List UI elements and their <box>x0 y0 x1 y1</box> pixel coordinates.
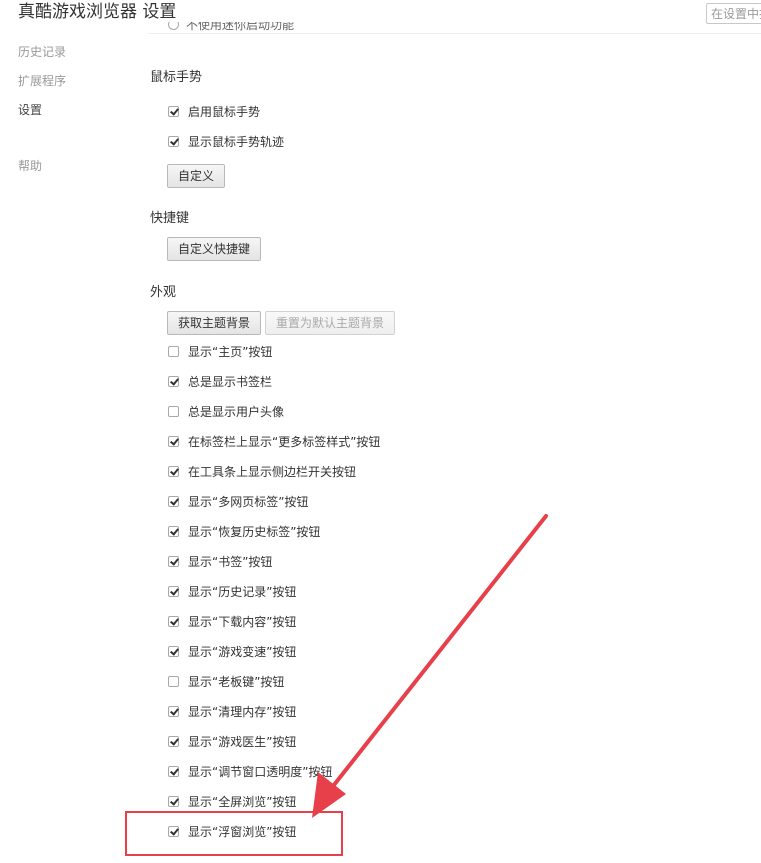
get-theme-button[interactable]: 获取主题背景 <box>167 311 262 335</box>
option-label: 显示“老板键”按钮 <box>188 674 285 689</box>
checkbox[interactable] <box>168 405 179 417</box>
option-label: 显示“游戏医生”按钮 <box>188 734 297 749</box>
checkbox[interactable] <box>168 585 179 597</box>
settings-content: 不使用迷你启动功能 鼠标手势 启用鼠标手势 显示鼠标手势轨迹 自定义 快捷键 自… <box>0 0 761 863</box>
checkbox[interactable] <box>168 645 179 657</box>
checkbox[interactable] <box>168 615 179 627</box>
appearance-option-row[interactable]: 显示“书签”按钮 <box>168 553 272 569</box>
checkbox[interactable] <box>168 735 179 747</box>
appearance-option-row[interactable]: 显示“多网页标签”按钮 <box>168 493 308 509</box>
option-label: 显示“主页”按钮 <box>188 344 273 359</box>
option-label: 显示“调节窗口透明度”按钮 <box>188 764 333 779</box>
option-label: 显示“全屏浏览”按钮 <box>188 794 297 809</box>
option-label: 显示“恢复历史标签”按钮 <box>188 524 321 539</box>
checkbox[interactable] <box>168 135 179 147</box>
option-label: 在工具条上显示侧边栏开关按钮 <box>188 464 357 479</box>
partial-option-radio[interactable] <box>168 22 179 30</box>
appearance-option-row[interactable]: 显示“调节窗口透明度”按钮 <box>168 763 332 779</box>
option-label: 显示“游戏变速”按钮 <box>188 644 297 659</box>
checkbox[interactable] <box>168 105 179 117</box>
option-label: 显示“多网页标签”按钮 <box>188 494 309 509</box>
annotation-highlight-box <box>125 811 343 856</box>
option-label: 启用鼠标手势 <box>188 104 261 119</box>
checkbox[interactable] <box>168 765 179 777</box>
option-label: 总是显示用户头像 <box>188 404 285 419</box>
appearance-option-row[interactable]: 显示“清理内存”按钮 <box>168 703 296 719</box>
reset-theme-button[interactable]: 重置为默认主题背景 <box>265 311 396 335</box>
customize-gesture-button[interactable]: 自定义 <box>167 164 226 188</box>
option-label: 显示“历史记录”按钮 <box>188 584 297 599</box>
option-label: 显示“清理内存”按钮 <box>188 704 297 719</box>
appearance-option-row[interactable]: 总是显示用户头像 <box>168 403 284 419</box>
appearance-option-row[interactable]: 显示“老板键”按钮 <box>168 673 284 689</box>
appearance-option-row[interactable]: 总是显示书签栏 <box>168 373 272 389</box>
checkbox[interactable] <box>168 675 179 687</box>
option-label: 显示鼠标手势轨迹 <box>188 134 285 149</box>
checkbox[interactable] <box>168 495 179 507</box>
option-enable-mouse-gesture[interactable]: 启用鼠标手势 <box>168 103 260 119</box>
option-show-gesture-trail[interactable]: 显示鼠标手势轨迹 <box>168 133 284 149</box>
section-title-mouse-gesture: 鼠标手势 <box>150 70 203 85</box>
annotation-arrow-icon <box>312 514 548 818</box>
checkbox[interactable] <box>168 465 179 477</box>
checkbox[interactable] <box>168 555 179 567</box>
option-label: 在标签栏上显示“更多标签样式”按钮 <box>188 434 381 449</box>
appearance-option-row[interactable]: 显示“游戏医生”按钮 <box>168 733 296 749</box>
partial-option-label: 不使用迷你启动功能 <box>186 22 295 32</box>
appearance-option-row[interactable]: 在标签栏上显示“更多标签样式”按钮 <box>168 433 380 449</box>
appearance-option-row[interactable]: 在工具条上显示侧边栏开关按钮 <box>168 463 356 479</box>
section-title-shortcuts: 快捷键 <box>150 211 190 226</box>
appearance-option-row[interactable]: 显示“历史记录”按钮 <box>168 583 296 599</box>
checkbox[interactable] <box>168 795 179 807</box>
appearance-option-row[interactable]: 显示“恢复历史标签”按钮 <box>168 523 320 539</box>
appearance-option-row[interactable]: 显示“全屏浏览”按钮 <box>168 793 296 809</box>
checkbox[interactable] <box>168 705 179 717</box>
option-label: 显示“书签”按钮 <box>188 554 273 569</box>
option-label: 总是显示书签栏 <box>188 374 273 389</box>
checkbox[interactable] <box>168 525 179 537</box>
section-title-appearance: 外观 <box>150 285 177 300</box>
option-label: 显示“下载内容”按钮 <box>188 614 297 629</box>
customize-shortcuts-button[interactable]: 自定义快捷键 <box>167 237 262 261</box>
checkbox[interactable] <box>168 345 179 357</box>
checkbox[interactable] <box>168 435 179 447</box>
appearance-option-row[interactable]: 显示“下载内容”按钮 <box>168 613 296 629</box>
appearance-option-row[interactable]: 显示“主页”按钮 <box>168 343 272 359</box>
partial-option-row[interactable]: 不使用迷你启动功能 <box>168 22 294 34</box>
appearance-option-row[interactable]: 显示“游戏变速”按钮 <box>168 643 296 659</box>
checkbox[interactable] <box>168 375 179 387</box>
